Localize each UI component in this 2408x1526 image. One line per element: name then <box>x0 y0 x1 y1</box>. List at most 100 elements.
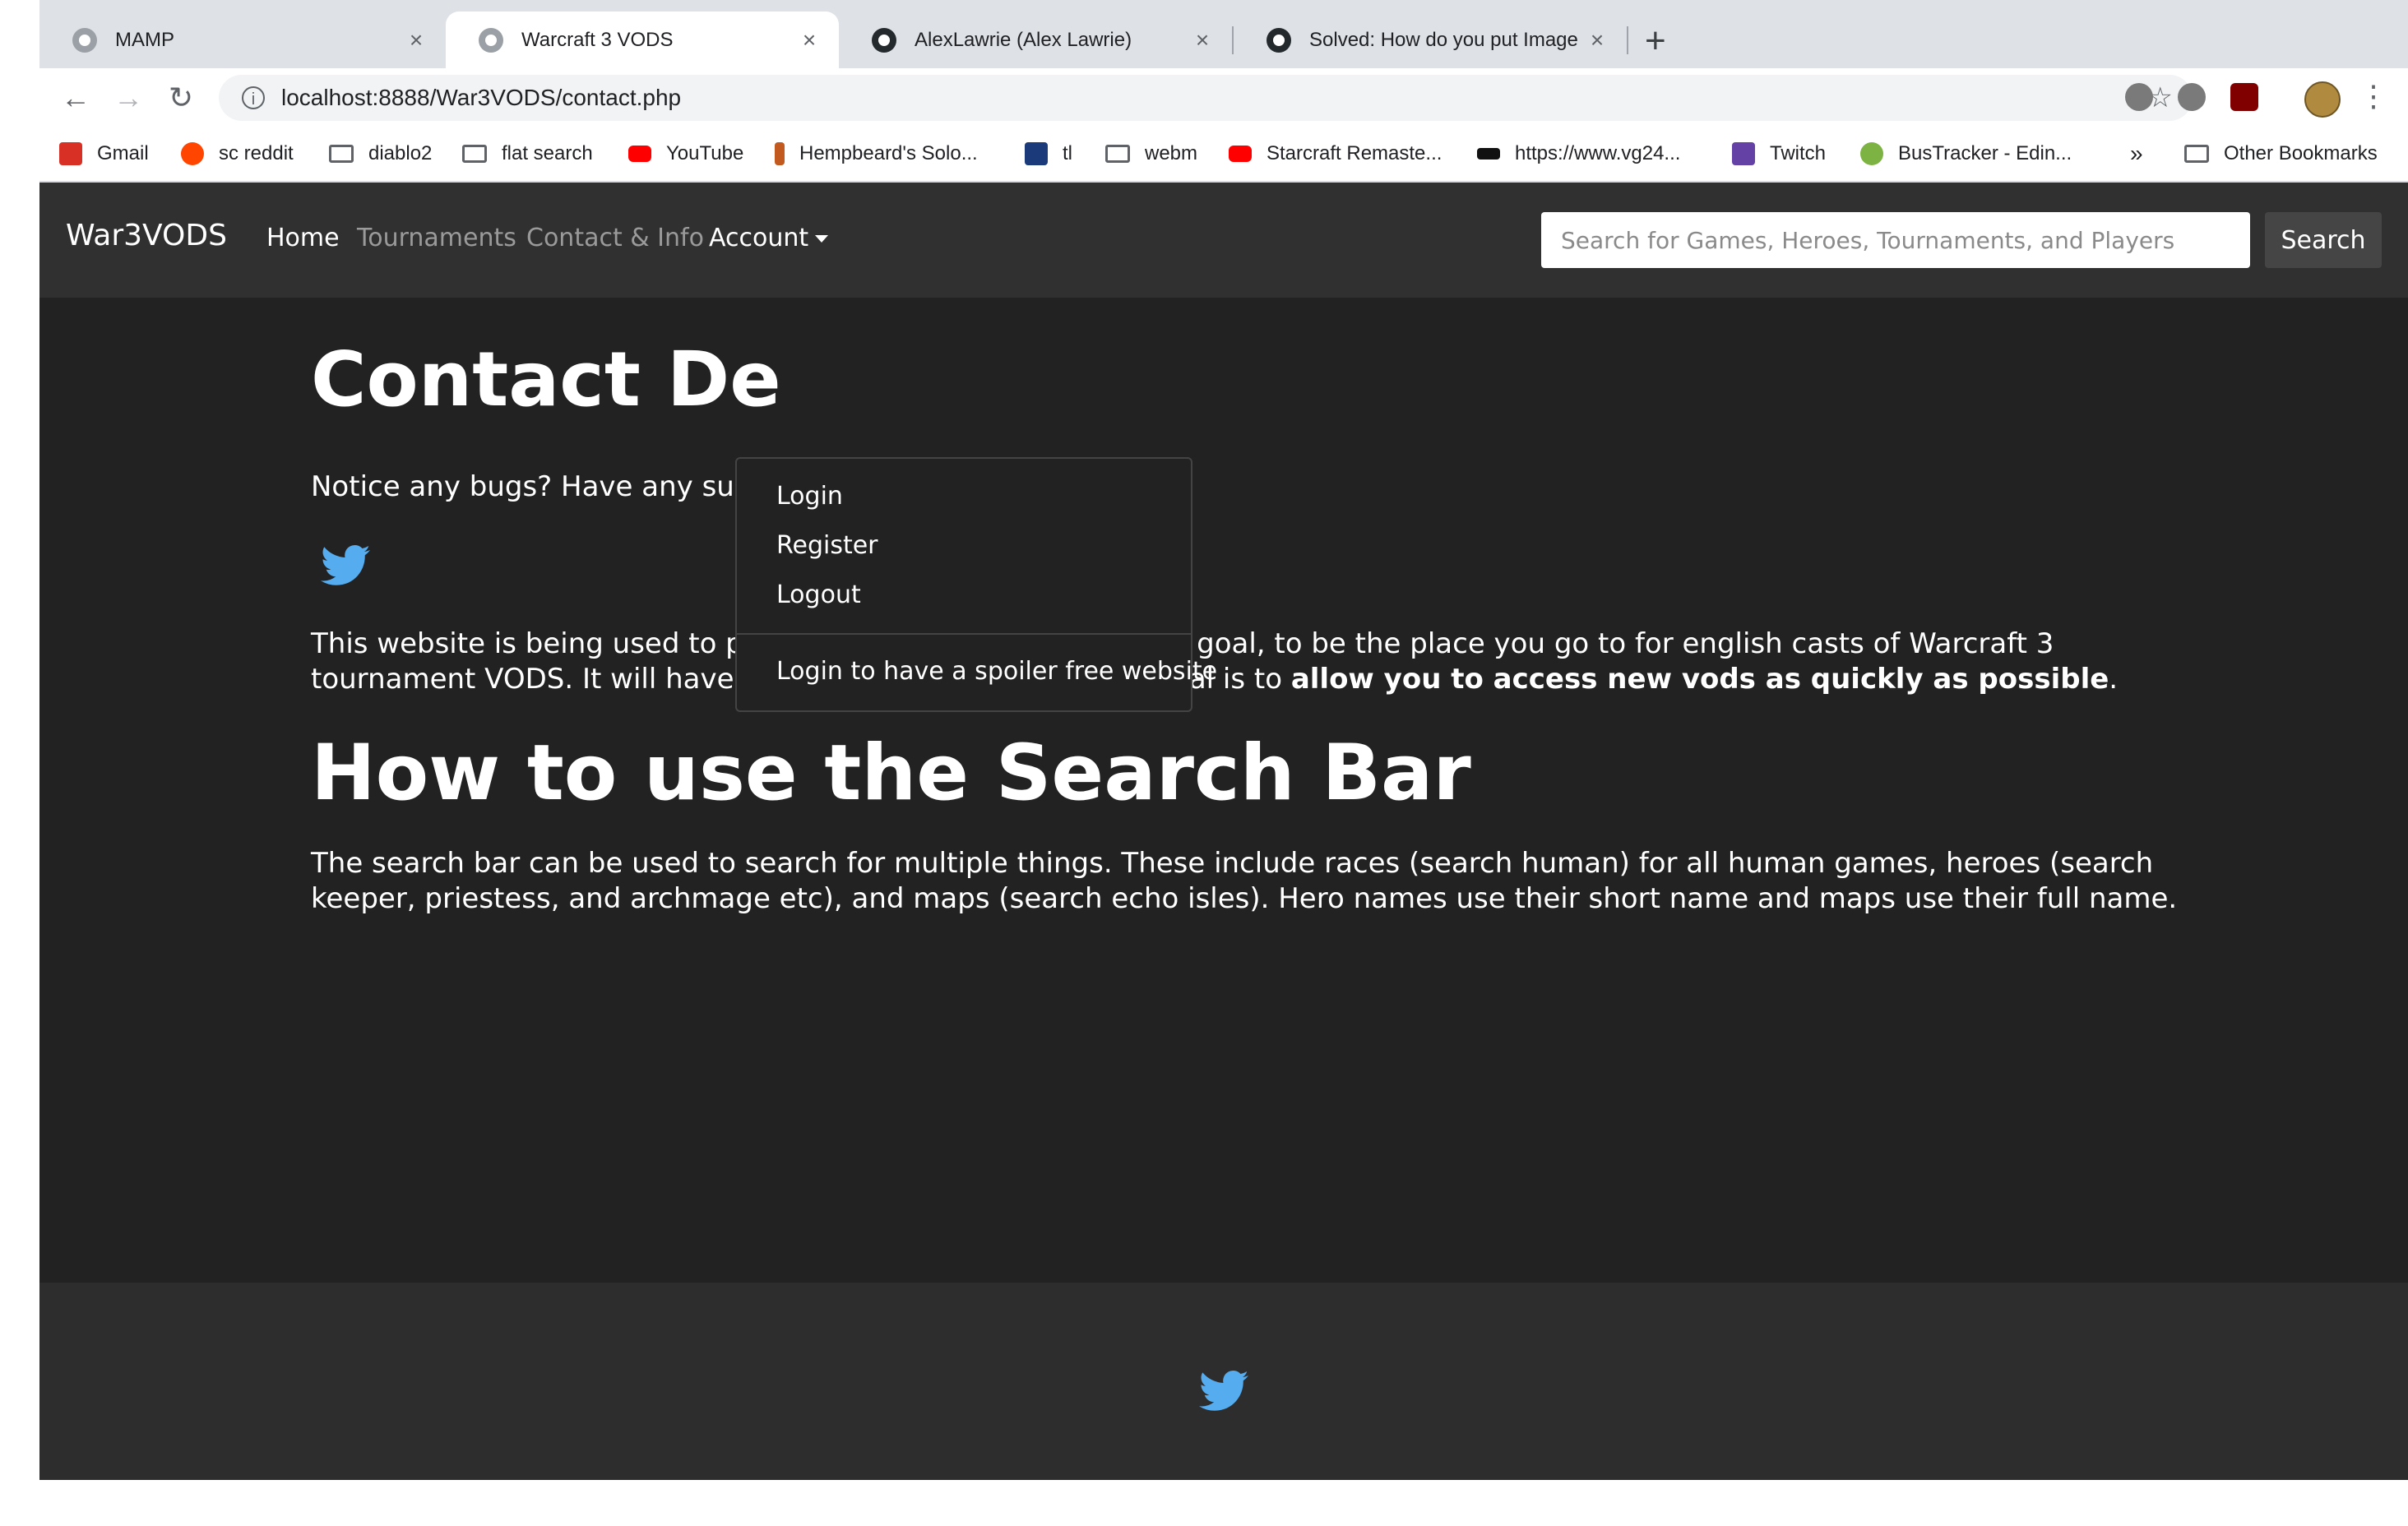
tab-mamp[interactable]: MAMP × <box>39 12 446 68</box>
bookmark-label: webm <box>1145 142 1198 164</box>
bookmarks-bar: Gmail sc reddit diablo2 flat search YouT… <box>39 127 2408 183</box>
bookmark-label: BusTracker - Edin... <box>1898 142 2072 164</box>
about-paragraph: This website is being used to practise m… <box>311 627 2202 697</box>
bookmark-label: tl <box>1063 142 1072 164</box>
tab-solved[interactable]: Solved: How do you put Image × <box>1234 12 1627 68</box>
footer-twitter-icon[interactable] <box>1199 1370 1248 1413</box>
twitter-icon[interactable] <box>321 544 370 587</box>
bookmark-label: Gmail <box>97 142 149 164</box>
bookmark-gmail[interactable]: Gmail <box>59 137 149 170</box>
bookmark-youtube[interactable]: YouTube <box>628 137 743 170</box>
profile-avatar[interactable] <box>2304 81 2341 118</box>
bookmark-flat-search[interactable]: flat search <box>462 137 593 170</box>
tab-warcraft-vods[interactable]: Warcraft 3 VODS × <box>446 12 839 68</box>
site-brand[interactable]: War3VODS <box>66 219 227 252</box>
nav-contact-info[interactable]: Contact & Info <box>526 224 704 252</box>
bookmark-webm[interactable]: webm <box>1105 137 1197 170</box>
tab-title: AlexLawrie (Alex Lawrie) <box>915 28 1132 51</box>
search-input[interactable] <box>1541 212 2250 268</box>
bookmark-starcraft[interactable]: Starcraft Remaste... <box>1229 137 1442 170</box>
browser-toolbar: ← → ↻ i localhost:8888/War3VODS/contact.… <box>39 68 2408 127</box>
close-icon[interactable]: × <box>1581 27 1614 53</box>
other-bookmarks[interactable]: Other Bookmarks <box>2184 137 2378 170</box>
ublock-icon[interactable] <box>2230 83 2258 111</box>
folder-icon <box>329 145 354 163</box>
tab-separator <box>1627 26 1628 54</box>
menu-divider <box>737 633 1191 635</box>
mamp-favicon-icon <box>72 27 97 53</box>
bookmark-label: https://www.vg24... <box>1515 142 1681 164</box>
about-text-end: . <box>2109 663 2119 696</box>
folder-icon <box>2184 145 2209 163</box>
bookmark-vg24[interactable]: https://www.vg24... <box>1477 137 1680 170</box>
gmail-icon <box>59 142 82 165</box>
extension-icon[interactable] <box>2178 83 2206 111</box>
more-menu-icon[interactable]: ⋮ <box>2359 76 2388 116</box>
about-text-bold: allow you to access new vods as quickly … <box>1290 663 2109 696</box>
nav-account-label: Account <box>709 224 809 252</box>
youtube-icon <box>1229 146 1252 162</box>
account-dropdown-menu: Login Register Logout Login to have a sp… <box>735 457 1217 712</box>
search-help-paragraph: The search bar can be used to search for… <box>311 847 2178 915</box>
bookmark-label: Other Bookmarks <box>2224 142 2378 164</box>
hempbeard-icon <box>775 142 785 165</box>
teamliquid-icon <box>1025 142 1048 165</box>
forward-arrow-icon[interactable]: → <box>109 78 148 118</box>
bookmark-sc-reddit[interactable]: sc reddit <box>181 137 294 170</box>
bookmark-bustracker[interactable]: BusTracker - Edin... <box>1860 137 2072 170</box>
extension-icon[interactable] <box>2125 83 2153 111</box>
menu-item-login[interactable]: Login <box>776 482 843 511</box>
bookmark-label: Starcraft Remaste... <box>1267 142 1442 164</box>
twitch-icon <box>1732 142 1755 165</box>
bustracker-icon <box>1860 142 1883 165</box>
close-icon[interactable]: × <box>400 27 433 53</box>
search-heading: How to use the Search Bar <box>311 728 1471 818</box>
nav-account[interactable]: Account <box>709 224 829 252</box>
browser-chrome: MAMP × Warcraft 3 VODS × AlexLawrie (Ale… <box>39 0 2408 183</box>
bookmark-label: Twitch <box>1770 142 1827 164</box>
back-arrow-icon[interactable]: ← <box>56 78 95 118</box>
bookmark-diablo2[interactable]: diablo2 <box>329 137 432 170</box>
bookmark-hempbeard[interactable]: Hempbeard's Solo... <box>775 137 978 170</box>
menu-item-spoiler-free[interactable]: Login to have a spoiler free website <box>776 657 1217 686</box>
close-icon[interactable]: × <box>1186 27 1219 53</box>
tab-title: MAMP <box>115 28 174 51</box>
bookmark-label: diablo2 <box>368 142 433 164</box>
reddit-icon <box>181 142 204 165</box>
folder-icon <box>462 145 487 163</box>
tab-title: Solved: How do you put Image <box>1309 28 1578 51</box>
search-button[interactable]: Search <box>2265 212 2382 268</box>
youtube-icon <box>628 146 651 162</box>
site-footer <box>39 1283 2408 1480</box>
page-title: Contact De <box>311 335 781 423</box>
folder-icon <box>1105 145 1130 163</box>
vg247-icon <box>1477 148 1500 160</box>
bookmarks-overflow-button[interactable]: » <box>2130 137 2143 170</box>
bookmark-label: sc reddit <box>219 142 294 164</box>
bookmark-label: Hempbeard's Solo... <box>799 142 978 164</box>
reload-icon[interactable]: ↻ <box>161 78 201 118</box>
menu-item-register[interactable]: Register <box>776 531 878 560</box>
github-icon <box>1267 27 1291 53</box>
address-bar[interactable]: i localhost:8888/War3VODS/contact.php ☆ <box>219 75 2193 121</box>
caret-down-icon <box>815 235 829 243</box>
close-icon[interactable]: × <box>793 27 826 53</box>
contact-text: Notice any bugs? Have any su <box>311 470 734 503</box>
web-page: War3VODS Home Tournaments Contact & Info… <box>39 183 2408 1480</box>
url-text: localhost:8888/War3VODS/contact.php <box>281 85 682 110</box>
tab-github-alexlawrie[interactable]: AlexLawrie (Alex Lawrie) × <box>839 12 1232 68</box>
bookmark-twitch[interactable]: Twitch <box>1732 137 1826 170</box>
nav-home[interactable]: Home <box>266 224 340 252</box>
info-icon[interactable]: i <box>242 86 265 109</box>
site-navbar: War3VODS Home Tournaments Contact & Info… <box>39 183 2408 298</box>
bookmark-label: flat search <box>502 142 593 164</box>
tab-title: Warcraft 3 VODS <box>521 28 674 51</box>
mamp-favicon-icon <box>479 27 503 53</box>
github-icon <box>872 27 896 53</box>
nav-tournaments[interactable]: Tournaments <box>357 224 516 252</box>
bookmark-label: YouTube <box>666 142 744 164</box>
menu-item-logout[interactable]: Logout <box>776 580 861 609</box>
bookmark-tl[interactable]: tl <box>1025 137 1072 170</box>
tab-strip: MAMP × Warcraft 3 VODS × AlexLawrie (Ale… <box>39 0 2408 68</box>
new-tab-button[interactable]: + <box>1645 18 1666 64</box>
